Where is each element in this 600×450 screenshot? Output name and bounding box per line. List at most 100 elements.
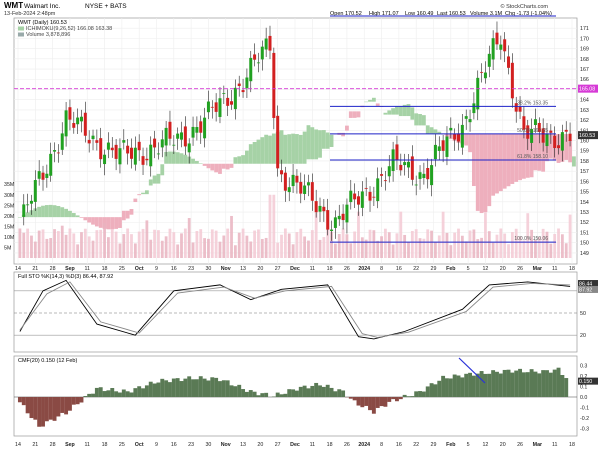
candle-body — [483, 72, 487, 79]
cmf-bar — [83, 396, 88, 397]
candle-body — [422, 173, 426, 179]
cloud-slice — [79, 217, 84, 218]
cmf-bar — [25, 397, 30, 414]
volume-bar — [426, 229, 430, 258]
candle-body — [291, 174, 295, 187]
volume-bar — [87, 236, 91, 258]
cmf-bar — [556, 367, 561, 397]
candle-body — [260, 46, 264, 60]
candle-body — [433, 144, 437, 160]
x-tick: 2024 — [358, 442, 370, 448]
candle-body — [60, 133, 64, 150]
cloud-slice — [91, 217, 95, 225]
candle-body — [87, 139, 91, 144]
x-tick: 12 — [482, 266, 488, 272]
candle-body — [372, 196, 376, 198]
candle-body — [83, 112, 87, 136]
volume-bar — [22, 232, 26, 258]
candle-body — [495, 32, 499, 45]
fib-label: 61.8% 158.10 — [517, 154, 548, 160]
x-tick: Dec — [290, 442, 300, 448]
candle-body — [56, 152, 60, 154]
volume-bar — [472, 229, 476, 258]
cmf-bar — [321, 386, 326, 397]
cmf-bar — [383, 397, 388, 407]
x-tick: 14 — [15, 266, 21, 272]
candle-body — [256, 62, 260, 64]
volume-bar — [387, 232, 391, 258]
volume-bar — [457, 228, 460, 258]
cloud-slice — [137, 194, 142, 196]
cmf-bar — [498, 373, 503, 397]
volume-bar — [83, 228, 87, 258]
cloud-slice — [18, 217, 22, 218]
x-tick: 11 — [552, 266, 558, 272]
candle-body — [333, 217, 337, 228]
cloud-slice — [306, 125, 311, 160]
candle-body — [476, 77, 480, 110]
cloud-slice — [225, 163, 230, 170]
x-tick: 5 — [467, 266, 470, 272]
volume-bar — [353, 231, 357, 258]
cmf-bar — [287, 389, 292, 397]
x-tick: 29 — [431, 442, 437, 448]
volume-bar — [510, 232, 514, 258]
cloud-slice — [260, 137, 265, 164]
cmf-bar — [448, 378, 453, 397]
candle-body — [280, 170, 284, 175]
candle-body — [472, 103, 476, 114]
candle-body — [549, 130, 553, 133]
cloud-slice — [144, 190, 149, 195]
x-tick: Nov — [221, 266, 231, 272]
cmf-bar — [371, 397, 376, 414]
cloud-slice — [179, 153, 184, 164]
cmf-bar — [421, 391, 426, 397]
candle-body — [110, 147, 114, 151]
cmf-bar — [141, 388, 145, 397]
cmf-bar — [21, 397, 26, 406]
cmf-bar — [133, 388, 138, 397]
x-tick: 26 — [517, 442, 523, 448]
cmf-bar — [425, 386, 430, 397]
fib-label: 50.0% 160.65 — [517, 128, 548, 134]
volume-bar — [172, 232, 176, 258]
cmf-bar — [233, 386, 238, 397]
cmf-bar — [402, 394, 407, 397]
x-tick: 23 — [188, 442, 194, 448]
cmf-bar — [198, 376, 203, 397]
sto-panel — [13, 271, 578, 353]
cmf-bar — [156, 382, 161, 397]
cloud-slice — [125, 210, 130, 219]
cmf-bar — [552, 369, 557, 397]
volume-bar — [349, 243, 353, 258]
x-tick: 25 — [119, 266, 125, 272]
cloud-slice — [25, 212, 30, 218]
cmf-bar — [487, 373, 492, 397]
last-price-text: 160.53 — [579, 133, 595, 139]
cloud-slice — [533, 134, 538, 171]
cmf-bar — [252, 391, 257, 397]
cmf-bar — [564, 378, 569, 397]
x-tick: 21 — [32, 442, 38, 448]
x-tick: Feb — [446, 442, 456, 448]
volume-bar — [480, 237, 483, 258]
cmf-bar — [271, 396, 276, 397]
candle-body — [210, 106, 214, 108]
candle-body — [453, 134, 457, 140]
volume-bar — [468, 230, 472, 258]
cmf-bar — [79, 397, 84, 403]
volume-bar — [199, 229, 203, 258]
candle-body — [45, 173, 49, 178]
cmf-bar — [433, 384, 438, 397]
sto-legend: Full STO %K(14,3) %D(3) 86.44, 87.92 — [18, 274, 113, 280]
candle-body — [249, 57, 253, 82]
x-tick: 18 — [102, 442, 108, 448]
cmf-bar — [471, 375, 476, 397]
candle-body — [345, 204, 349, 223]
x-tick: 16 — [171, 442, 177, 448]
cmf-bar — [502, 369, 507, 397]
cmf-bar — [529, 369, 534, 397]
volume-bar — [541, 228, 545, 258]
cmf-bar — [237, 384, 242, 397]
cmf-bar — [510, 372, 515, 397]
